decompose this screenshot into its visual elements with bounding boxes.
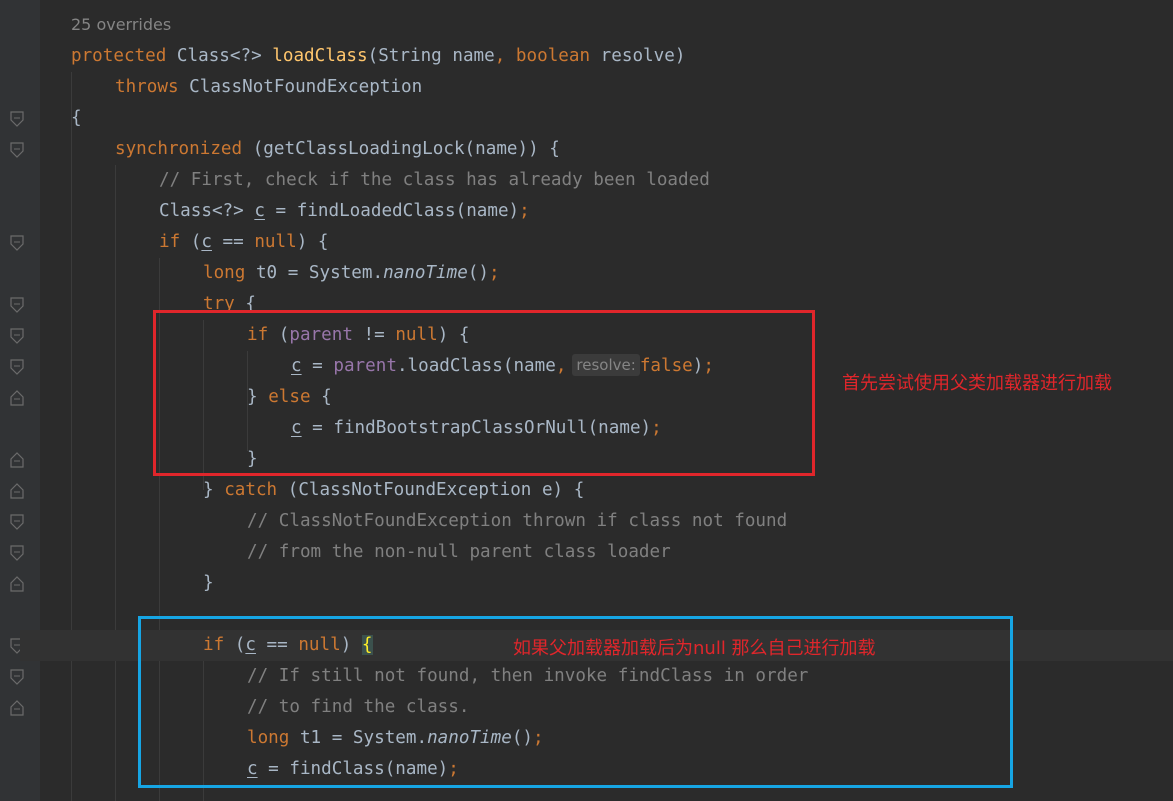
fold-collapse-icon[interactable] [10,669,24,685]
fold-expand-icon[interactable] [10,452,24,468]
code-text: } [203,480,225,500]
keyword: if [159,232,181,252]
code-text: Class<?> [166,46,273,66]
comment: // First, check if the class has already… [159,170,710,190]
code-text: (String name [367,46,495,66]
method-name: loadClass [272,46,368,66]
fold-expand-icon[interactable] [10,483,24,499]
code-text: ( [180,232,202,252]
punctuation: ; [489,263,500,283]
comment: // from the non-null parent class loader [247,542,671,562]
red-annotation-box [153,310,815,476]
variable: c [201,232,212,252]
keyword: null [254,232,297,252]
code-text: ClassNotFoundException [178,77,423,97]
code-text: (getClassLoadingLock(name)) { [242,139,560,159]
code-text: } [203,573,214,593]
code-line[interactable]: Class<?> c = findLoadedClass(name); [159,196,530,227]
fold-expand-icon[interactable] [10,700,24,716]
comment: // ClassNotFoundException thrown if clas… [247,511,788,531]
fold-collapse-icon[interactable] [10,545,24,561]
indent-guide [115,165,116,801]
fold-collapse-icon[interactable] [10,359,24,375]
code-line[interactable]: } catch (ClassNotFoundException e) { [203,475,584,506]
code-line[interactable]: if (c == null) { [159,227,329,258]
code-line[interactable]: long t0 = System.nanoTime(); [203,258,500,289]
fold-collapse-icon[interactable] [10,142,24,158]
code-text: (ClassNotFoundException e) { [277,480,585,500]
red-annotation-note: 首先尝试使用父类加载器进行加载 [842,373,1112,394]
fold-collapse-icon[interactable] [10,111,24,127]
code-text: { [71,108,82,128]
method-name: nanoTime [383,263,468,283]
keyword: boolean [505,46,591,66]
fold-collapse-icon[interactable] [10,514,24,530]
fold-collapse-icon[interactable] [10,328,24,344]
keyword: long [203,263,246,283]
code-text: = findLoadedClass(name) [264,201,520,221]
code-text: () [467,263,490,283]
indent-guide [71,72,72,801]
keyword: catch [224,480,278,500]
punctuation: ; [519,201,530,221]
code-text: t0 = System. [245,263,384,283]
fold-collapse-icon[interactable] [10,297,24,313]
code-line[interactable]: throws ClassNotFoundException [115,72,422,103]
fold-expand-icon[interactable] [10,390,24,406]
keyword: throws [115,77,179,97]
fold-expand-icon[interactable] [10,576,24,592]
code-line[interactable]: // ClassNotFoundException thrown if clas… [247,506,787,537]
code-line[interactable]: } [203,568,214,599]
blue-annotation-note: 如果父加载器加载后为null 那么自己进行加载 [513,638,876,659]
code-text: Class<?> [159,201,255,221]
code-text: == [211,232,255,252]
keyword: protected [71,46,167,66]
punctuation: , [494,46,506,66]
code-line[interactable]: { [71,103,82,134]
code-text: resolve) [590,46,686,66]
code-line[interactable]: // First, check if the class has already… [159,165,710,196]
code-line[interactable]: synchronized (getClassLoadingLock(name))… [115,134,560,165]
code-text: ) { [296,232,329,252]
keyword: synchronized [115,139,243,159]
override-hint[interactable]: 25 overrides [71,13,171,37]
code-line[interactable]: protected Class<?> loadClass(String name… [71,41,685,72]
variable: c [254,201,265,221]
fold-collapse-icon[interactable] [10,235,24,251]
code-line[interactable]: // from the non-null parent class loader [247,537,671,568]
